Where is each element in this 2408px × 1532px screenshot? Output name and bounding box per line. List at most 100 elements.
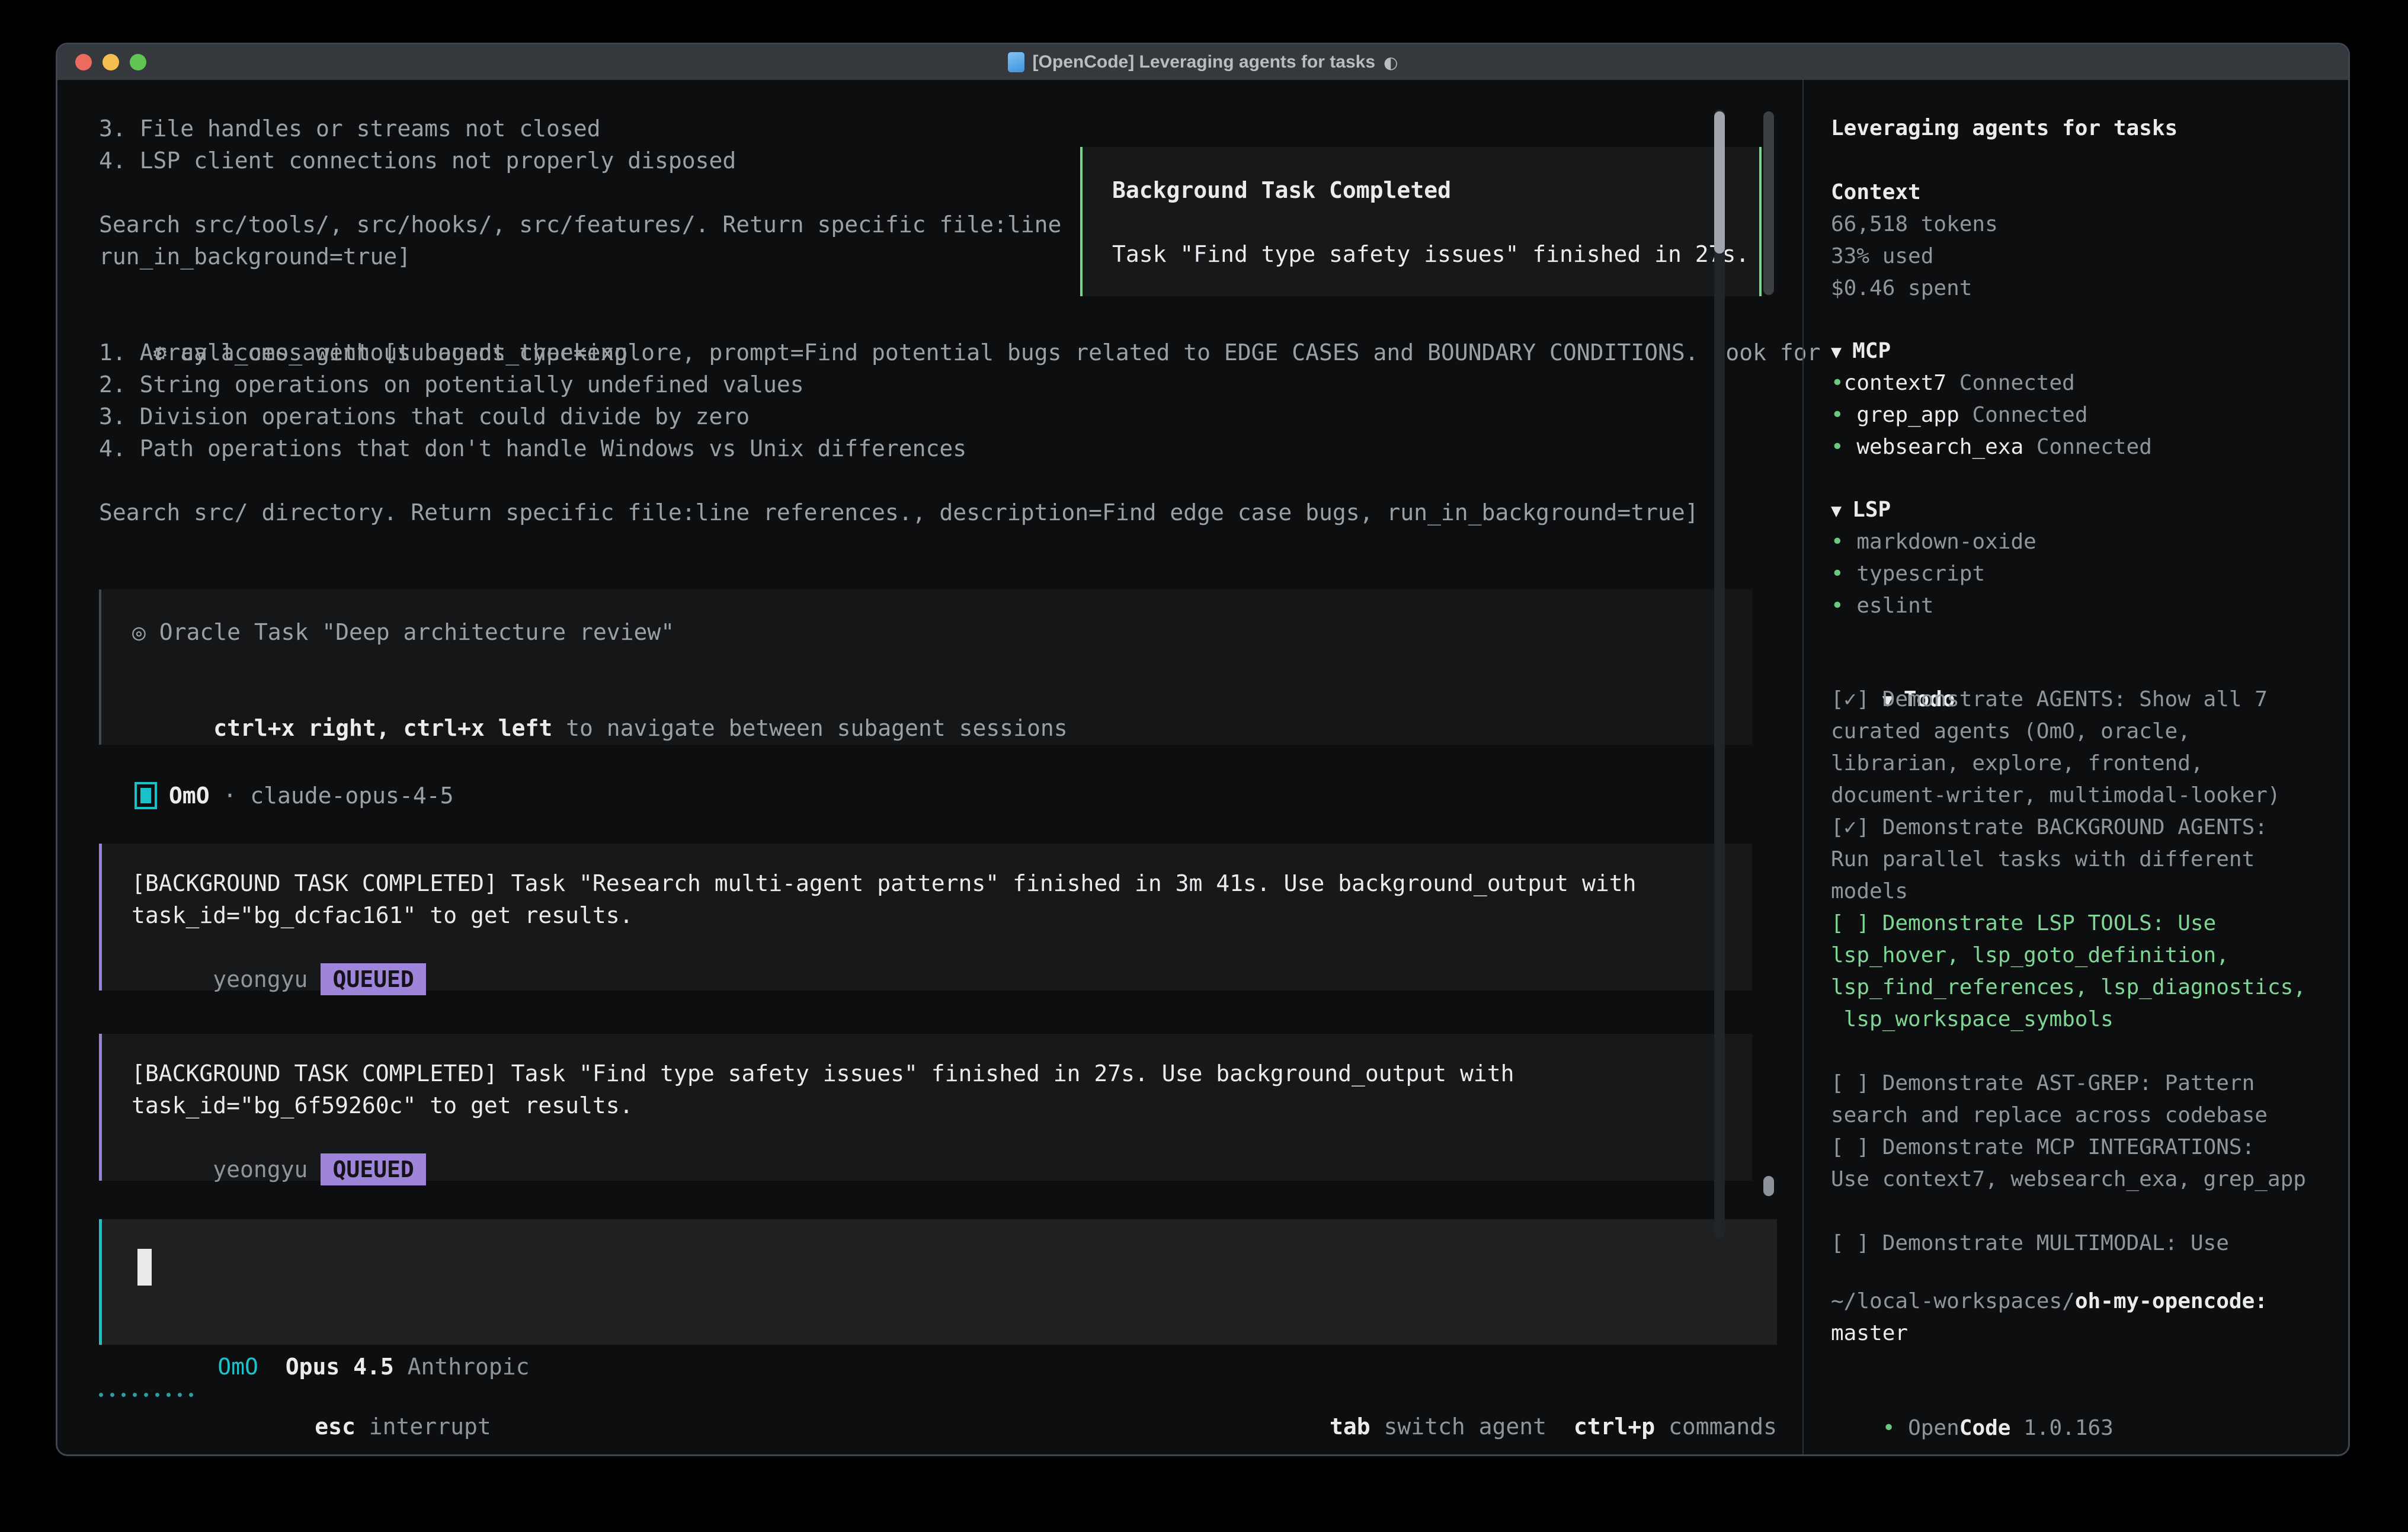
text-line: Search src/tools/, src/hooks/, src/featu… bbox=[99, 209, 1061, 241]
context-stats: 66,518 tokens33% used$0.46 spent bbox=[1831, 209, 1998, 305]
agent-header: OmO · claude-opus-4-5 bbox=[135, 780, 453, 812]
status-dot-icon: • bbox=[1831, 435, 1844, 459]
hint-rest: to navigate between subagent sessions bbox=[552, 715, 1067, 741]
todo-done-items: [✓] Demonstrate AGENTS: Show all 7curate… bbox=[1831, 684, 2281, 908]
main-scrollbar-handle[interactable] bbox=[1763, 1176, 1774, 1196]
version-line: • OpenCode 1.0.163 bbox=[1831, 1380, 2114, 1412]
task-card-line2: task_id="bg_6f59260c" to get results. bbox=[132, 1089, 1752, 1121]
mcp-name bbox=[1844, 435, 1857, 459]
text-line: [ ] Demonstrate MULTIMODAL: Use bbox=[1831, 1227, 2229, 1259]
text-line: 66,518 tokens bbox=[1831, 209, 1998, 241]
model-row: OmO Opus 4.5 Anthropic bbox=[136, 1319, 530, 1351]
status-dot-icon: • bbox=[1831, 562, 1844, 586]
todo-section-header[interactable]: ▼ Todo bbox=[1831, 652, 1955, 684]
ctrlp-key: ctrl+p bbox=[1574, 1414, 1655, 1440]
subagent-nav-hint: ctrl+x right, ctrl+x left to navigate be… bbox=[132, 680, 1752, 712]
status-badge: QUEUED bbox=[321, 963, 425, 995]
notification-toast: Background Task Completed Task "Find typ… bbox=[1080, 147, 1762, 296]
tool-call-line: ⚙ call_omo_agent [subagent_type=explore,… bbox=[99, 305, 1821, 336]
task-card: [BACKGROUND TASK COMPLETED] Task "Resear… bbox=[99, 844, 1752, 991]
text-line: 1. Array access without bounds checking bbox=[99, 336, 966, 368]
mcp-name bbox=[1946, 371, 1959, 395]
text-line: lsp_find_references, lsp_diagnostics, bbox=[1831, 972, 2306, 1004]
todo-pending-items: [ ] Demonstrate AST-GREP: Patternsearch … bbox=[1831, 1068, 2306, 1196]
version-number: 1.0.163 bbox=[2010, 1416, 2113, 1440]
workspace-branch: master bbox=[1831, 1318, 2268, 1350]
text-line: [ ] Demonstrate LSP TOOLS: Use bbox=[1831, 908, 2306, 940]
text-line: [ ] Demonstrate MCP INTEGRATIONS: bbox=[1831, 1132, 2306, 1164]
session-indicator-icon: ◐ bbox=[1384, 53, 1398, 72]
mcp-section-header[interactable]: ▼ MCP bbox=[1831, 335, 2152, 367]
agent-name: OmO bbox=[169, 783, 210, 809]
zoom-button[interactable] bbox=[130, 54, 146, 70]
window-title: [OpenCode] Leveraging agents for tasks ◐ bbox=[1008, 52, 1398, 72]
lsp-item: • eslint bbox=[1831, 590, 2036, 622]
collapse-triangle-icon: ▼ bbox=[1831, 501, 1852, 521]
text-line: $0.46 spent bbox=[1831, 273, 1998, 305]
text-line: 3. File handles or streams not closed bbox=[99, 113, 1061, 145]
text-cursor bbox=[137, 1249, 152, 1286]
document-icon bbox=[1008, 52, 1024, 72]
agent-icon bbox=[135, 782, 157, 809]
lsp-section-header[interactable]: ▼ LSP bbox=[1831, 494, 2036, 526]
prompt-input[interactable]: OmO Opus 4.5 Anthropic bbox=[99, 1219, 1777, 1345]
input-agent-name: OmO bbox=[217, 1354, 258, 1380]
context-heading: Context bbox=[1831, 177, 1998, 209]
status-dot-icon: • bbox=[1882, 1416, 1908, 1440]
mcp-section: ▼ MCP •context7context7 Connected • grep… bbox=[1831, 335, 2152, 463]
context-section: Context 66,518 tokens33% used$0.46 spent bbox=[1831, 177, 1998, 305]
mcp-name bbox=[1844, 403, 1857, 427]
input-provider-name: Anthropic bbox=[408, 1354, 530, 1380]
status-badge: QUEUED bbox=[321, 1153, 425, 1185]
sidebar-session-title: Leveraging agents for tasks bbox=[1831, 113, 2178, 145]
collapse-triangle-icon: ▼ bbox=[1831, 342, 1852, 363]
todo-active-items: [ ] Demonstrate LSP TOOLS: Uselsp_hover,… bbox=[1831, 908, 2306, 1036]
status-dot-icon: • bbox=[1831, 594, 1844, 618]
oracle-task-panel: ◎ Oracle Task "Deep architecture review"… bbox=[99, 589, 1752, 745]
text-line: lsp_workspace_symbols bbox=[1831, 1004, 2306, 1036]
text-line: document-writer, multimodal-looker) bbox=[1831, 780, 2281, 812]
close-button[interactable] bbox=[75, 54, 92, 70]
oracle-task-title: ◎ Oracle Task "Deep architecture review" bbox=[132, 616, 1752, 648]
text-line: 33% used bbox=[1831, 241, 1998, 273]
text-line: [✓] Demonstrate AGENTS: Show all 7 bbox=[1831, 684, 2281, 716]
traffic-lights bbox=[75, 54, 146, 70]
text-line: [✓] Demonstrate BACKGROUND AGENTS: bbox=[1831, 812, 2281, 844]
task-card-line1: [BACKGROUND TASK COMPLETED] Task "Find t… bbox=[132, 1057, 1752, 1089]
text-line: [ ] Demonstrate AST-GREP: Pattern bbox=[1831, 1068, 2306, 1100]
text-line: curated agents (OmO, oracle, bbox=[1831, 716, 2281, 748]
input-model-name: Opus 4.5 bbox=[286, 1354, 394, 1380]
interrupt-hint: esc interrupt bbox=[233, 1379, 491, 1411]
screenshot-root: { "window": { "title": "[OpenCode] Lever… bbox=[0, 0, 2408, 1532]
text-line: 4. LSP client connections not properly d… bbox=[99, 145, 1061, 177]
task-card: [BACKGROUND TASK COMPLETED] Task "Find t… bbox=[99, 1034, 1752, 1181]
terminal-window: [OpenCode] Leveraging agents for tasks ◐… bbox=[56, 43, 2350, 1456]
text-line: 4. Path operations that don't handle Win… bbox=[99, 432, 966, 464]
status-bar: esc interrupt tab switch agent ctrl+p co… bbox=[99, 1379, 1777, 1411]
task-author: yeongyu bbox=[213, 966, 308, 992]
text-line: models bbox=[1831, 876, 2281, 908]
text-line: Use context7, websearch_exa, grep_app bbox=[1831, 1164, 2306, 1196]
main-scrollbar-thumb[interactable] bbox=[1763, 111, 1774, 295]
workspace-path: ~/local-workspaces/ bbox=[1831, 1289, 2075, 1313]
lsp-item: • markdown-oxide bbox=[1831, 526, 2036, 558]
sidebar-scrollbar-track[interactable] bbox=[1714, 110, 1725, 1238]
minimize-button[interactable] bbox=[103, 54, 119, 70]
pane-divider bbox=[1802, 80, 1804, 1456]
text-line: 3. Division operations that could divide… bbox=[99, 400, 966, 432]
window-title-text: [OpenCode] Leveraging agents for tasks bbox=[1033, 52, 1375, 72]
text-line: search and replace across codebase bbox=[1831, 1100, 2306, 1132]
tool-call-list: 1. Array access without bounds checking2… bbox=[99, 336, 966, 464]
lsp-item: • typescript bbox=[1831, 558, 2036, 590]
sidebar-scrollbar-thumb[interactable] bbox=[1714, 111, 1725, 254]
mcp-item: • websearch_exa Connected bbox=[1831, 431, 2152, 463]
text-line: Search src/ directory. Return specific f… bbox=[99, 496, 1699, 528]
text-line: lsp_hover, lsp_goto_definition, bbox=[1831, 940, 2306, 972]
task-author: yeongyu bbox=[213, 1156, 308, 1182]
tool-call-tail: Search src/ directory. Return specific f… bbox=[99, 496, 1699, 528]
text-line bbox=[99, 177, 1061, 209]
todo-pending-more: [ ] Demonstrate MULTIMODAL: Use bbox=[1831, 1227, 2229, 1259]
lsp-section: ▼ LSP • markdown-oxide • typescript • es… bbox=[1831, 494, 2036, 622]
text-line: 2. String operations on potentially unde… bbox=[99, 368, 966, 400]
status-dot-icon: • bbox=[1831, 371, 1844, 395]
